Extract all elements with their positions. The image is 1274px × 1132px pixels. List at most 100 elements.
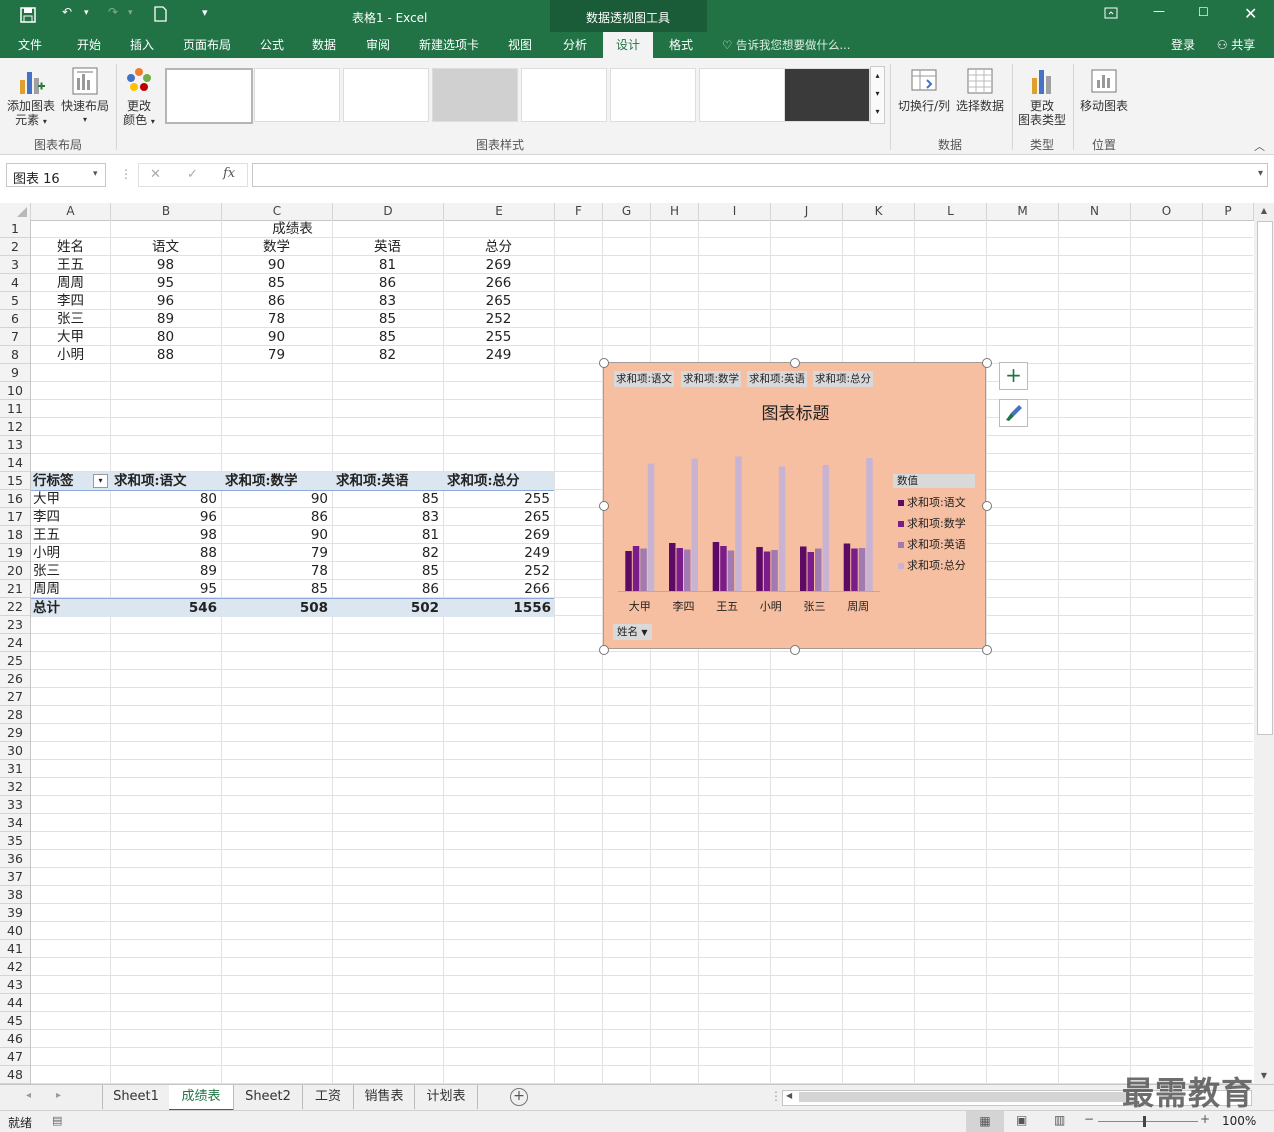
pivot-header-math[interactable]: 求和项:数学: [225, 472, 297, 490]
row-header[interactable]: 26: [0, 670, 30, 688]
pivot-cell-name[interactable]: 张三: [33, 562, 60, 580]
undo-dropdown-icon[interactable]: ▾: [84, 8, 89, 18]
table-header-total[interactable]: 总分: [443, 238, 554, 256]
bar-4-6[interactable]: [866, 458, 873, 591]
switch-row-column-button[interactable]: 切换行/列: [894, 66, 954, 113]
pivot-cell-name[interactable]: 大甲: [33, 490, 60, 508]
zoom-slider[interactable]: [1098, 1121, 1198, 1122]
bar-2-5[interactable]: [807, 552, 815, 591]
tab-design[interactable]: 设计: [603, 32, 653, 58]
normal-view-icon[interactable]: ▦: [966, 1111, 1004, 1132]
table-cell-english[interactable]: 85: [332, 328, 443, 346]
row-header[interactable]: 35: [0, 832, 30, 850]
row-header[interactable]: 18: [0, 526, 30, 544]
maximize-icon[interactable]: ☐: [1198, 5, 1209, 19]
table-cell-name[interactable]: 张三: [31, 310, 110, 328]
legend-item[interactable]: 求和项:总分: [898, 555, 986, 576]
pivot-cell-total[interactable]: 249: [443, 544, 550, 562]
legend-item[interactable]: 求和项:英语: [898, 534, 986, 555]
resize-handle[interactable]: [982, 501, 992, 511]
chart-style-5[interactable]: [521, 68, 607, 122]
macro-record-icon[interactable]: ▤: [52, 1114, 62, 1127]
select-data-button[interactable]: 选择数据: [952, 66, 1008, 113]
row-header[interactable]: 47: [0, 1048, 30, 1066]
pivot-cell-name[interactable]: 李四: [33, 508, 60, 526]
bar-1-4[interactable]: [756, 547, 763, 591]
table-cell-total[interactable]: 269: [443, 256, 554, 274]
zoom-slider-thumb[interactable]: [1143, 1116, 1146, 1127]
tab-new[interactable]: 新建选项卡: [410, 32, 488, 58]
table-cell-name[interactable]: 王五: [31, 256, 110, 274]
resize-handle[interactable]: [790, 358, 800, 368]
row-header[interactable]: 44: [0, 994, 30, 1012]
chart-style-4[interactable]: [432, 68, 518, 122]
row-header[interactable]: 40: [0, 922, 30, 940]
new-document-icon[interactable]: [154, 6, 167, 25]
chart-style-7[interactable]: [699, 68, 785, 122]
table-cell-total[interactable]: 249: [443, 346, 554, 364]
table-cell-english[interactable]: 85: [332, 310, 443, 328]
page-layout-view-icon[interactable]: ▣: [1016, 1113, 1027, 1127]
table-cell-total[interactable]: 252: [443, 310, 554, 328]
customize-toolbar-icon[interactable]: ▾: [202, 6, 208, 19]
pivot-cell-english[interactable]: 85: [332, 562, 439, 580]
row-header[interactable]: 23: [0, 616, 30, 634]
col-header-e[interactable]: E: [444, 203, 555, 220]
vertical-scrollbar[interactable]: ▲ ▼: [1254, 203, 1274, 1084]
bar-2-1[interactable]: [632, 546, 640, 591]
chart-style-1[interactable]: [165, 68, 253, 124]
col-header-n[interactable]: N: [1059, 203, 1131, 220]
tab-data[interactable]: 数据: [302, 32, 346, 58]
sheet-tab-sheet2[interactable]: Sheet2: [234, 1085, 303, 1109]
row-header[interactable]: 45: [0, 1012, 30, 1030]
pivot-cell-chinese[interactable]: 88: [110, 544, 217, 562]
scroll-up-icon[interactable]: ▴: [871, 67, 884, 85]
row-header[interactable]: 30: [0, 742, 30, 760]
row-header[interactable]: 1: [0, 220, 30, 238]
row-header[interactable]: 46: [0, 1030, 30, 1048]
table-cell-total[interactable]: 255: [443, 328, 554, 346]
table-cell-math[interactable]: 86: [221, 292, 332, 310]
sheet-tab-sheet1[interactable]: Sheet1: [102, 1085, 170, 1109]
table-cell-math[interactable]: 78: [221, 310, 332, 328]
bar-4-5[interactable]: [822, 465, 830, 591]
pivot-cell-chinese[interactable]: 96: [110, 508, 217, 526]
table-cell-name[interactable]: 李四: [31, 292, 110, 310]
pivot-total-english[interactable]: 502: [332, 599, 439, 617]
bar-3-6[interactable]: [858, 548, 866, 591]
col-header-c[interactable]: C: [222, 203, 333, 220]
col-header-l[interactable]: L: [915, 203, 987, 220]
row-header[interactable]: 42: [0, 958, 30, 976]
worksheet-grid[interactable]: 成绩表 姓名 语文 数学 英语 总分 王五 98 90 81 269 周周 95 85 86 26…: [31, 220, 1253, 1084]
table-cell-chinese[interactable]: 95: [110, 274, 221, 292]
table-cell-total[interactable]: 266: [443, 274, 554, 292]
table-header-name[interactable]: 姓名: [31, 238, 110, 256]
col-header-p[interactable]: P: [1203, 203, 1254, 220]
col-header-k[interactable]: K: [843, 203, 915, 220]
table-cell-total[interactable]: 265: [443, 292, 554, 310]
pivot-cell-math[interactable]: 78: [221, 562, 328, 580]
undo-icon[interactable]: ↶: [62, 5, 72, 19]
resize-handle[interactable]: [982, 645, 992, 655]
pivot-cell-total[interactable]: 252: [443, 562, 550, 580]
bar-3-4[interactable]: [771, 550, 778, 591]
quick-layout-button[interactable]: 快速布局 ▾: [58, 66, 112, 127]
scroll-down-icon[interactable]: ▼: [1254, 1068, 1274, 1084]
row-header[interactable]: 20: [0, 562, 30, 580]
row-header[interactable]: 27: [0, 688, 30, 706]
chart-style-2[interactable]: [254, 68, 340, 122]
tell-me-box[interactable]: ♡ 告诉我您想要做什么...: [722, 32, 862, 58]
scroll-up-icon[interactable]: ▲: [1254, 203, 1274, 219]
pivot-total-total[interactable]: 1556: [443, 599, 551, 617]
pivot-cell-name[interactable]: 周周: [33, 580, 60, 598]
row-header[interactable]: 22: [0, 598, 30, 616]
enter-icon[interactable]: ✓: [187, 167, 198, 182]
chart-style-3[interactable]: [343, 68, 429, 122]
tab-view[interactable]: 视图: [498, 32, 542, 58]
bar-3-3[interactable]: [727, 550, 735, 592]
table-cell-chinese[interactable]: 88: [110, 346, 221, 364]
row-header[interactable]: 6: [0, 310, 30, 328]
add-sheet-icon[interactable]: +: [510, 1088, 528, 1106]
table-cell-english[interactable]: 82: [332, 346, 443, 364]
scroll-thumb[interactable]: [1257, 221, 1273, 735]
